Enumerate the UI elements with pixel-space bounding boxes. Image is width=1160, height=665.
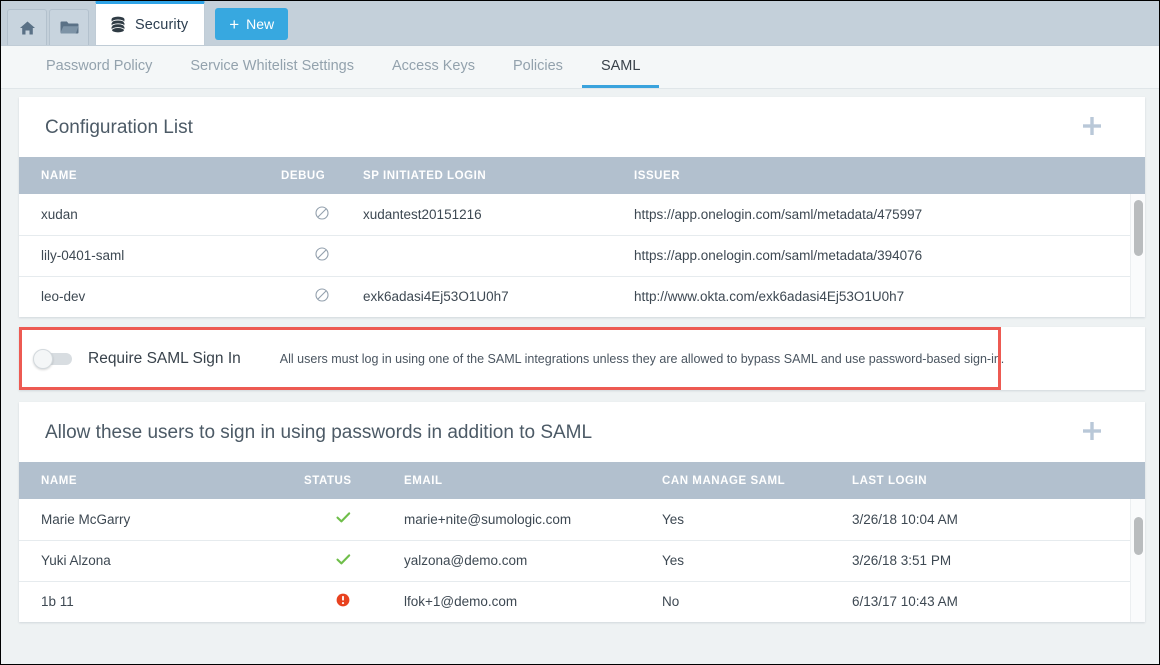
col-issuer: ISSUER bbox=[616, 157, 1145, 194]
table-header-row: NAME STATUS EMAIL CAN MANAGE SAML LAST L… bbox=[19, 462, 1145, 499]
table-row[interactable]: lily-0401-saml https://app. bbox=[19, 235, 1145, 276]
cell-name: Marie McGarry bbox=[19, 499, 304, 540]
require-saml-description: All users must log in using one of the S… bbox=[280, 352, 1004, 366]
prohibited-icon bbox=[315, 247, 329, 264]
configuration-list-table: NAME DEBUG SP INITIATED LOGIN ISSUER xud… bbox=[19, 157, 1145, 317]
home-button[interactable] bbox=[7, 9, 47, 45]
scrollbar-thumb[interactable] bbox=[1134, 200, 1143, 256]
cell-last-login: 3/26/18 10:04 AM bbox=[840, 499, 1145, 540]
cell-email: marie+nite@sumologic.com bbox=[382, 499, 650, 540]
table-row[interactable]: 1b 11 lfok+1@demo.com bbox=[19, 581, 1145, 622]
allow-users-card: Allow these users to sign in using passw… bbox=[19, 402, 1145, 622]
col-sp-initiated-login: SP INITIATED LOGIN bbox=[363, 157, 616, 194]
require-saml-toggle[interactable] bbox=[33, 349, 73, 368]
cell-last-login: 6/13/17 10:43 AM bbox=[840, 581, 1145, 622]
plus-icon bbox=[1080, 419, 1104, 448]
add-user-button[interactable] bbox=[1077, 418, 1107, 448]
cell-name: xudan bbox=[19, 194, 281, 235]
cell-email: yalzona@demo.com bbox=[382, 540, 650, 581]
table-row[interactable]: Yuki Alzona yalzona@demo.com Yes 3/ bbox=[19, 540, 1145, 581]
cell-status bbox=[304, 499, 382, 540]
add-configuration-button[interactable] bbox=[1077, 113, 1107, 143]
cell-debug bbox=[281, 235, 363, 276]
table-row[interactable]: Marie McGarry marie+nite@sumologic.com Y… bbox=[19, 499, 1145, 540]
tab-password-policy[interactable]: Password Policy bbox=[27, 46, 171, 88]
allow-users-header: Allow these users to sign in using passw… bbox=[19, 402, 1145, 462]
section-spacer bbox=[19, 390, 1145, 402]
home-icon bbox=[19, 20, 36, 36]
new-button-label: New bbox=[246, 16, 274, 32]
tab-access-keys[interactable]: Access Keys bbox=[373, 46, 494, 88]
cell-status bbox=[304, 581, 382, 622]
cell-sp-initiated-login bbox=[363, 235, 616, 276]
toggle-knob bbox=[33, 349, 53, 369]
check-icon bbox=[336, 511, 351, 527]
col-name: NAME bbox=[19, 157, 281, 194]
col-email: EMAIL bbox=[382, 462, 650, 499]
document-tab-security[interactable]: Security bbox=[95, 1, 205, 45]
cell-sp-initiated-login: xudantest20151216 bbox=[363, 194, 616, 235]
prohibited-icon bbox=[315, 206, 329, 223]
cell-debug bbox=[281, 276, 363, 317]
tab-service-whitelist-settings[interactable]: Service Whitelist Settings bbox=[171, 46, 373, 88]
require-saml-row: Require SAML Sign In All users must log … bbox=[19, 327, 1145, 390]
tab-saml[interactable]: SAML bbox=[582, 46, 660, 88]
check-icon bbox=[336, 553, 351, 569]
allow-users-table: NAME STATUS EMAIL CAN MANAGE SAML LAST L… bbox=[19, 462, 1145, 622]
cell-last-login: 3/26/18 3:51 PM bbox=[840, 540, 1145, 581]
configuration-list-title: Configuration List bbox=[45, 117, 193, 139]
settings-tab-bar: Password Policy Service Whitelist Settin… bbox=[1, 46, 1159, 89]
col-debug: DEBUG bbox=[281, 157, 363, 194]
allow-users-scrollbar[interactable] bbox=[1130, 499, 1145, 622]
folder-icon bbox=[60, 20, 79, 35]
tab-policies[interactable]: Policies bbox=[494, 46, 582, 88]
table-row[interactable]: xudan xudantest20151216 http bbox=[19, 194, 1145, 235]
browser-tab-strip: Security + New bbox=[1, 1, 1159, 46]
col-can-manage-saml: CAN MANAGE SAML bbox=[650, 462, 840, 499]
cell-debug bbox=[281, 194, 363, 235]
col-status: STATUS bbox=[304, 462, 382, 499]
plus-icon bbox=[1080, 114, 1104, 143]
table-header-row: NAME DEBUG SP INITIATED LOGIN ISSUER bbox=[19, 157, 1145, 194]
allow-users-table-wrap: NAME STATUS EMAIL CAN MANAGE SAML LAST L… bbox=[19, 462, 1145, 622]
cell-can-manage-saml: No bbox=[650, 581, 840, 622]
alert-icon bbox=[336, 593, 350, 610]
cell-email: lfok+1@demo.com bbox=[382, 581, 650, 622]
new-button[interactable]: + New bbox=[215, 8, 288, 40]
configuration-list-scrollbar[interactable] bbox=[1130, 194, 1145, 317]
document-tab-label: Security bbox=[135, 17, 188, 33]
app-window: Security + New Password Policy Service W… bbox=[0, 0, 1160, 665]
scrollbar-thumb[interactable] bbox=[1134, 517, 1143, 555]
col-last-login: LAST LOGIN bbox=[840, 462, 1145, 499]
table-row[interactable]: leo-dev exk6adasi4Ej53O1U0h7 bbox=[19, 276, 1145, 317]
cell-name: Yuki Alzona bbox=[19, 540, 304, 581]
cell-can-manage-saml: Yes bbox=[650, 540, 840, 581]
configuration-list-card: Configuration List bbox=[19, 97, 1145, 317]
cell-status bbox=[304, 540, 382, 581]
configuration-list-header: Configuration List bbox=[19, 97, 1145, 157]
cell-issuer: https://app.onelogin.com/saml/metadata/4… bbox=[616, 194, 1145, 235]
cell-name: 1b 11 bbox=[19, 581, 304, 622]
require-saml-label: Require SAML Sign In bbox=[88, 350, 241, 368]
cell-issuer: https://app.onelogin.com/saml/metadata/3… bbox=[616, 235, 1145, 276]
cell-name: leo-dev bbox=[19, 276, 281, 317]
folder-button[interactable] bbox=[49, 9, 89, 45]
database-icon bbox=[110, 16, 126, 34]
allow-users-title: Allow these users to sign in using passw… bbox=[45, 422, 592, 444]
cell-sp-initiated-login: exk6adasi4Ej53O1U0h7 bbox=[363, 276, 616, 317]
configuration-list-table-wrap: NAME DEBUG SP INITIATED LOGIN ISSUER xud… bbox=[19, 157, 1145, 317]
prohibited-icon bbox=[315, 288, 329, 305]
cell-can-manage-saml: Yes bbox=[650, 499, 840, 540]
cell-issuer: http://www.okta.com/exk6adasi4Ej53O1U0h7 bbox=[616, 276, 1145, 317]
page-content: Configuration List bbox=[1, 89, 1159, 665]
col-name: NAME bbox=[19, 462, 304, 499]
plus-icon: + bbox=[229, 16, 239, 33]
cell-name: lily-0401-saml bbox=[19, 235, 281, 276]
